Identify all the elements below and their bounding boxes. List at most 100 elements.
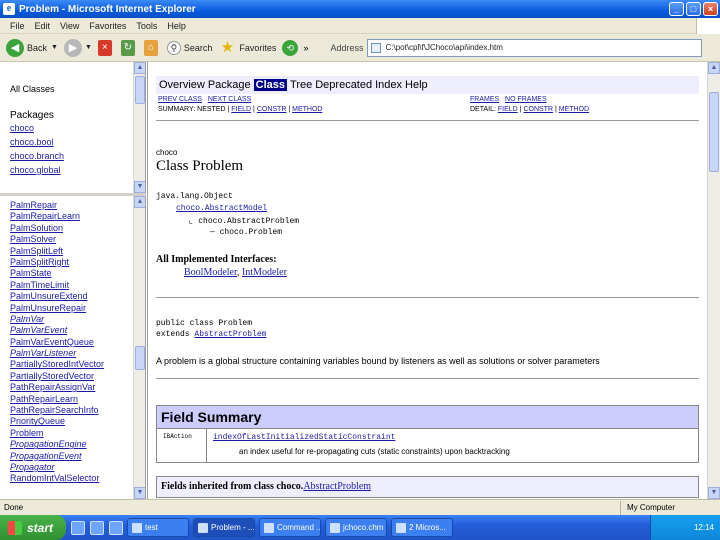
- class-link[interactable]: PalmVar: [10, 314, 104, 325]
- frames-link[interactable]: FRAMES: [470, 96, 499, 103]
- class-link[interactable]: PalmUnsureRepair: [10, 303, 104, 314]
- class-link[interactable]: PalmSplitLeft: [10, 246, 104, 257]
- search-button[interactable]: ⚲ Search: [166, 40, 212, 55]
- scroll-thumb[interactable]: [135, 76, 145, 104]
- class-link[interactable]: PriorityQueue: [10, 416, 104, 427]
- task-problem[interactable]: Problem - ...: [193, 518, 255, 537]
- class-link[interactable]: PropagationEvent: [10, 451, 104, 462]
- refresh-button[interactable]: ↻: [120, 39, 138, 56]
- start-button[interactable]: start: [0, 515, 66, 540]
- packages-scrollbar[interactable]: ▲ ▼: [133, 62, 145, 193]
- class-link[interactable]: RandomIntValSelector: [10, 473, 104, 484]
- close-button[interactable]: ×: [703, 2, 718, 16]
- package-link[interactable]: choco.branch: [10, 151, 64, 161]
- quicklaunch-desktop-icon[interactable]: [90, 520, 104, 535]
- nav-tree[interactable]: Tree: [290, 79, 312, 91]
- abstract-problem-text: choco.AbstractProblem: [198, 217, 300, 226]
- class-link[interactable]: PathRepairSearchInfo: [10, 405, 104, 416]
- scroll-up-icon[interactable]: ▲: [134, 196, 145, 208]
- quicklaunch-cmd-icon[interactable]: [109, 520, 123, 535]
- field-summary-heading: Field Summary: [156, 405, 699, 429]
- scroll-thumb[interactable]: [709, 92, 719, 172]
- divider: [156, 297, 699, 298]
- home-button[interactable]: ⌂: [143, 39, 161, 56]
- field-description: an index useful for re-propagating cuts …: [239, 447, 510, 456]
- class-link[interactable]: PalmTimeLimit: [10, 280, 104, 291]
- content-scrollbar[interactable]: ▲ ▼: [707, 62, 720, 499]
- package-link[interactable]: choco.bool: [10, 137, 54, 147]
- menu-edit[interactable]: Edit: [35, 21, 51, 31]
- task-jchoco[interactable]: jchoco.chm: [325, 518, 387, 537]
- inherited-link[interactable]: AbstractProblem: [303, 481, 371, 492]
- class-link[interactable]: Propagator: [10, 462, 104, 473]
- class-link[interactable]: Problem: [10, 428, 104, 439]
- scroll-thumb[interactable]: [135, 346, 145, 370]
- extends-link[interactable]: AbstractProblem: [194, 330, 266, 339]
- class-link[interactable]: PalmSolution: [10, 223, 104, 234]
- task-test[interactable]: test: [127, 518, 189, 537]
- prev-class-link[interactable]: PREV CLASS: [158, 96, 202, 103]
- no-frames-link[interactable]: NO FRAMES: [505, 96, 547, 103]
- class-link[interactable]: PalmVarEvent: [10, 325, 104, 336]
- abstract-model-link[interactable]: choco.AbstractModel: [176, 204, 267, 213]
- back-button[interactable]: ◀ Back ▼: [6, 38, 58, 57]
- menu-favorites[interactable]: Favorites: [89, 21, 126, 31]
- class-link[interactable]: PalmUnsureExtend: [10, 291, 104, 302]
- windows-flag-icon: [8, 520, 22, 535]
- scroll-down-icon[interactable]: ▼: [134, 487, 145, 499]
- package-link[interactable]: choco.global: [10, 165, 61, 175]
- detail-method-link[interactable]: METHOD: [559, 106, 589, 113]
- package-link[interactable]: choco: [10, 123, 34, 133]
- class-title: Class Problem: [156, 158, 244, 174]
- all-classes-link[interactable]: All Classes: [10, 84, 55, 94]
- class-link[interactable]: PalmVarListener: [10, 348, 104, 359]
- nav-help[interactable]: Help: [405, 79, 428, 91]
- nav-deprecated[interactable]: Deprecated: [315, 79, 372, 91]
- favorites-button[interactable]: ★ Favorites: [218, 39, 277, 57]
- class-link[interactable]: PathRepairLearn: [10, 394, 104, 405]
- bool-modeler-link[interactable]: BoolModeler: [184, 267, 237, 278]
- next-class-link[interactable]: NEXT CLASS: [208, 96, 251, 103]
- task-word[interactable]: 2 Micros...: [391, 518, 453, 537]
- task-command[interactable]: Command ...: [259, 518, 321, 537]
- summary-method-link[interactable]: METHOD: [292, 106, 322, 113]
- summary-constr-link[interactable]: CONSTR: [257, 106, 287, 113]
- scroll-down-icon[interactable]: ▼: [708, 487, 720, 499]
- toolbar-more[interactable]: »: [303, 43, 308, 53]
- stop-button[interactable]: ×: [97, 39, 115, 56]
- maximize-button[interactable]: □: [686, 2, 701, 16]
- int-modeler-link[interactable]: IntModeler: [242, 267, 287, 278]
- class-link[interactable]: PartiallyStoredVector: [10, 371, 104, 382]
- class-link[interactable]: PalmRepairLearn: [10, 211, 104, 222]
- history-button[interactable]: ⟲: [282, 39, 301, 56]
- menu-view[interactable]: View: [60, 21, 79, 31]
- classes-scrollbar[interactable]: ▲ ▼: [133, 196, 145, 499]
- summary-field-link[interactable]: FIELD: [231, 106, 251, 113]
- class-link[interactable]: PathRepairAssignVar: [10, 382, 104, 393]
- minimize-button[interactable]: _: [669, 2, 684, 16]
- field-entry: indexOfLastInitializedStaticConstraint a…: [213, 433, 510, 456]
- class-link[interactable]: PalmState: [10, 268, 104, 279]
- address-field[interactable]: C:\pot\cpl\f\JChoco\api\index.htm: [367, 38, 703, 57]
- nav-overview[interactable]: Overview: [159, 79, 205, 91]
- class-link[interactable]: PalmSolver: [10, 234, 104, 245]
- menu-help[interactable]: Help: [167, 21, 186, 31]
- menu-file[interactable]: File: [10, 21, 25, 31]
- class-link[interactable]: PartiallyStoredIntVector: [10, 359, 104, 370]
- nav-index[interactable]: Index: [375, 79, 402, 91]
- class-link[interactable]: PalmSplitRight: [10, 257, 104, 268]
- menu-tools[interactable]: Tools: [136, 21, 157, 31]
- field-name-link[interactable]: indexOfLastInitializedStaticConstraint: [213, 433, 510, 442]
- quicklaunch-ie-icon[interactable]: [71, 520, 85, 535]
- class-link[interactable]: PropagationEngine: [10, 439, 104, 450]
- class-link[interactable]: PalmRepair: [10, 200, 104, 211]
- forward-button[interactable]: ▶ ▼: [63, 38, 92, 57]
- class-link[interactable]: PalmVarEventQueue: [10, 337, 104, 348]
- detail-field-link[interactable]: FIELD: [498, 106, 518, 113]
- window-title: Problem - Microsoft Internet Explorer: [19, 3, 196, 15]
- scroll-up-icon[interactable]: ▲: [134, 62, 145, 74]
- scroll-up-icon[interactable]: ▲: [708, 62, 720, 74]
- nav-package[interactable]: Package: [208, 79, 251, 91]
- detail-constr-link[interactable]: CONSTR: [523, 106, 553, 113]
- scroll-down-icon[interactable]: ▼: [134, 181, 145, 193]
